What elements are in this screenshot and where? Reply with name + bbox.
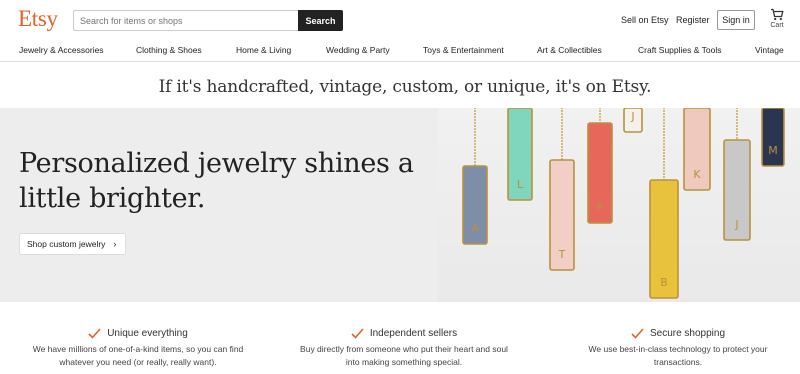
nav-item-jewelry-accessories[interactable]: Jewelry & Accessories (19, 45, 104, 55)
etsy-logo[interactable]: Etsy (18, 6, 58, 32)
pendant-letter: B (660, 276, 668, 289)
nav-item-vintage[interactable]: Vintage (755, 45, 784, 55)
nav-item-wedding-party[interactable]: Wedding & Party (326, 45, 390, 55)
nav-item-home-living[interactable]: Home & Living (236, 45, 291, 55)
shop-custom-jewelry-label: Shop custom jewelry (27, 239, 106, 249)
pendant-letter: T (558, 248, 566, 261)
sell-on-etsy-link[interactable]: Sell on Etsy (621, 15, 669, 25)
nav-item-craft-supplies-tools[interactable]: Craft Supplies & Tools (638, 45, 721, 55)
checkmark-icon (351, 328, 364, 339)
value-prop-description: We use best-in-class technology to prote… (588, 344, 768, 367)
hero-banner[interactable]: A L T P J B K J M Personalized jewelry shines a … (0, 108, 800, 302)
nav-item-clothing-shoes[interactable]: Clothing & Shoes (136, 45, 202, 55)
value-prop-description: We have millions of one-of-a-kind items,… (32, 344, 244, 367)
chevron-right-icon: › (113, 239, 117, 249)
category-nav: Jewelry & Accessories Clothing & Shoes H… (0, 40, 800, 62)
site-header: Etsy Search Sell on Etsy Register Sign i… (0, 0, 800, 40)
value-prop-sellers: Independent sellers Buy directly from so… (294, 328, 514, 369)
pendant-letter: A (471, 222, 479, 235)
value-prop-title: Independent sellers (369, 328, 458, 339)
pendant-bar (761, 108, 785, 167)
nav-item-art-collectibles[interactable]: Art & Collectibles (537, 45, 602, 55)
hero-jewelry-image: A L T P J B K J M (438, 108, 800, 302)
value-prop-title: Secure shopping (649, 328, 726, 339)
value-prop-unique: Unique everything We have millions of on… (28, 328, 248, 369)
search-button[interactable]: Search (298, 10, 343, 31)
pendant-letter: L (517, 178, 524, 191)
hero-title: Personalized jewelry shines a little bri… (19, 148, 414, 214)
value-prop-secure: Secure shopping We use best-in-class tec… (568, 328, 788, 369)
value-prop-title: Unique everything (107, 328, 188, 339)
pendant-letter: P (597, 201, 604, 214)
tagline: If it's handcrafted, vintage, custom, or… (158, 77, 652, 97)
value-prop-description: Buy directly from someone who put their … (300, 344, 508, 367)
shop-custom-jewelry-button[interactable]: Shop custom jewelry › (19, 233, 126, 255)
sign-in-button[interactable]: Sign in (717, 10, 755, 30)
search-input[interactable] (73, 10, 299, 31)
pendants-illustration: A L T P J B K J M (462, 108, 785, 299)
checkmark-icon (631, 328, 644, 339)
pendant-letter: J (630, 110, 634, 123)
pendant-letter: J (734, 218, 738, 231)
cart-label: Cart (770, 22, 784, 29)
pendant-letter: M (768, 144, 778, 157)
search-bar: Search (73, 10, 343, 31)
nav-item-toys-entertainment[interactable]: Toys & Entertainment (423, 45, 504, 55)
checkmark-icon (88, 328, 101, 339)
register-link[interactable]: Register (676, 15, 710, 25)
cart-button[interactable]: Cart (766, 8, 788, 34)
pendant-letter: K (693, 168, 701, 181)
cart-icon (771, 8, 784, 21)
